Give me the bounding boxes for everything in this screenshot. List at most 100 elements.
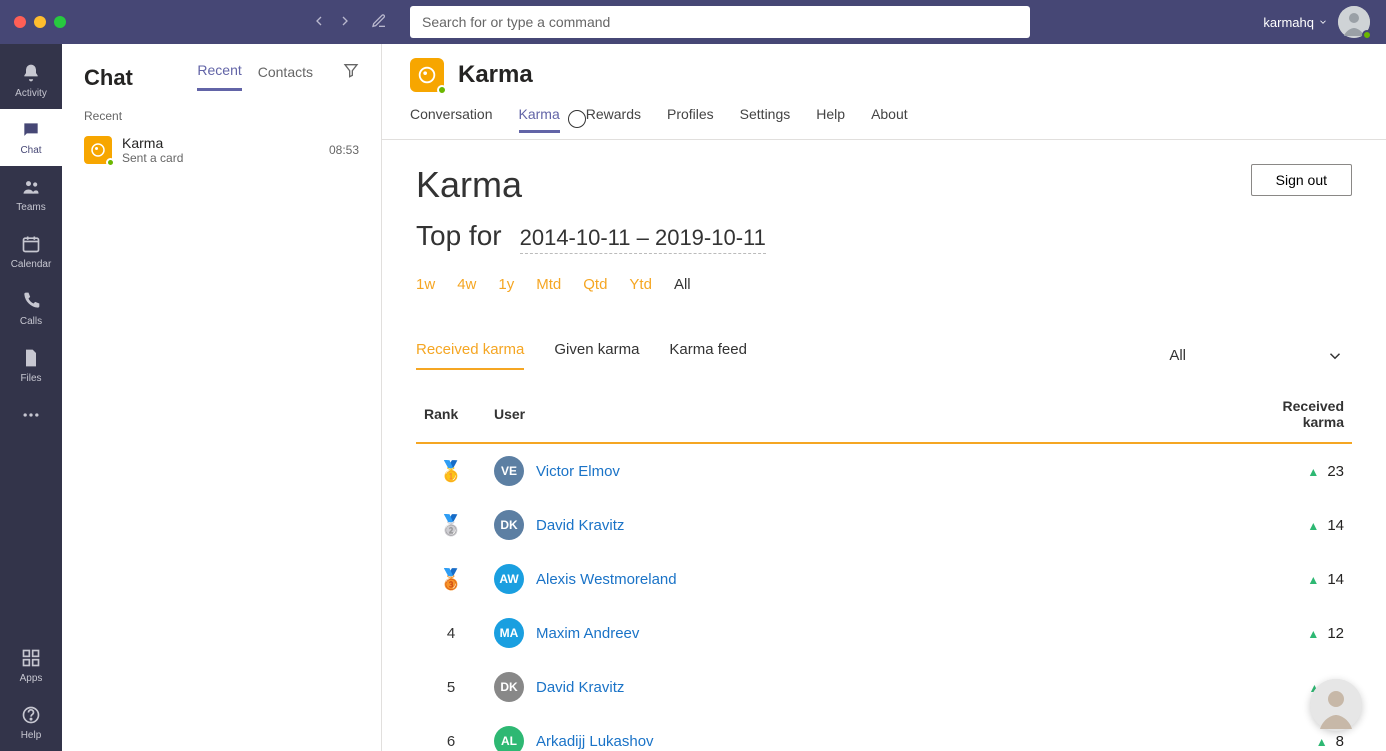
trend-up-icon: ▲: [1307, 627, 1319, 641]
leaderboard-table: Rank User Received karma 🥇VEVictor Elmov…: [416, 380, 1352, 751]
chat-list-pane: Chat Recent Contacts Recent Karma Sent a…: [62, 44, 382, 751]
content-area: Karma Conversation Karma Rewards Profiles Se…: [382, 44, 1386, 751]
app-rail: Activity Chat Teams Calendar Calls: [0, 44, 62, 751]
content-tab-conversation[interactable]: Conversation: [410, 106, 493, 132]
karma-body: Karma Sign out Top for 2014-10-11 – 2019…: [382, 140, 1386, 751]
user-cell: MA Maxim Andreev: [486, 606, 1232, 660]
chat-item-karma[interactable]: Karma Sent a card 08:53: [62, 129, 381, 171]
content-tab-help[interactable]: Help: [816, 106, 845, 132]
sub-tab-given-karma[interactable]: Given karma: [554, 341, 639, 370]
col-user: User: [486, 380, 1232, 443]
sub-tab-received-karma[interactable]: Received karma: [416, 341, 524, 370]
col-rank: Rank: [416, 380, 486, 443]
user-avatar: MA: [494, 618, 524, 648]
window-zoom-dot[interactable]: [54, 16, 66, 28]
rail-item-chat[interactable]: Chat: [0, 109, 62, 166]
user-cell: VE Victor Elmov: [486, 443, 1232, 498]
content-tab-rewards[interactable]: Rewards: [586, 106, 641, 132]
more-icon: [20, 404, 42, 426]
table-row: 🥈DKDavid Kravitz▲14: [416, 498, 1352, 552]
table-row: 6ALArkadijj Lukashov▲8: [416, 714, 1352, 751]
apps-icon: [20, 647, 42, 669]
page-title: Karma: [416, 164, 522, 206]
chat-assistant-fab[interactable]: [1310, 679, 1362, 731]
received-cell: ▲12: [1232, 606, 1352, 660]
user-cell: AW Alexis Westmoreland: [486, 552, 1232, 606]
search-input[interactable]: Search for or type a command: [410, 6, 1030, 38]
chat-icon: [20, 119, 42, 141]
rank-cell: 5: [416, 660, 486, 714]
chat-header-title: Karma: [458, 61, 533, 89]
range-chip-ytd[interactable]: Ytd: [629, 276, 652, 293]
content-tab-profiles[interactable]: Profiles: [667, 106, 714, 132]
user-name-link[interactable]: David Kravitz: [536, 679, 624, 696]
range-chip-qtd[interactable]: Qtd: [583, 276, 607, 293]
search-placeholder: Search for or type a command: [422, 14, 610, 30]
range-chip-all[interactable]: All: [674, 276, 691, 293]
filter-icon[interactable]: [343, 62, 359, 91]
received-value: 14: [1327, 571, 1344, 588]
range-chip-4w[interactable]: 4w: [457, 276, 476, 293]
chat-tab-recent[interactable]: Recent: [197, 62, 241, 91]
medal-icon: 🥉: [439, 569, 464, 591]
scope-selector[interactable]: All: [1169, 347, 1352, 365]
window-minimize-dot[interactable]: [34, 16, 46, 28]
calendar-icon: [20, 233, 42, 255]
user-name-link[interactable]: David Kravitz: [536, 517, 624, 534]
rail-item-calls[interactable]: Calls: [0, 280, 62, 337]
rank-cell: 6: [416, 714, 486, 751]
user-name-link[interactable]: Alexis Westmoreland: [536, 571, 677, 588]
rank-cell: 🥇: [416, 443, 486, 498]
rail-item-files[interactable]: Files: [0, 337, 62, 394]
table-row: 🥇VEVictor Elmov▲23: [416, 443, 1352, 498]
window-close-dot[interactable]: [14, 16, 26, 28]
window-controls: [14, 16, 66, 28]
chat-item-subtitle: Sent a card: [122, 151, 329, 165]
tenant-switcher[interactable]: karmahq: [1263, 15, 1328, 30]
user-name-link[interactable]: Arkadijj Lukashov: [536, 733, 654, 750]
chat-tab-contacts[interactable]: Contacts: [258, 64, 313, 90]
received-value: 8: [1336, 733, 1344, 750]
nav-forward-button[interactable]: [332, 13, 358, 32]
user-avatar: VE: [494, 456, 524, 486]
date-range-selector[interactable]: 2014-10-11 – 2019-10-11: [520, 225, 766, 254]
signout-button[interactable]: Sign out: [1251, 164, 1352, 196]
user-avatar: AW: [494, 564, 524, 594]
range-chip-mtd[interactable]: Mtd: [536, 276, 561, 293]
received-cell: ▲14: [1232, 498, 1352, 552]
user-avatar: AL: [494, 726, 524, 751]
table-row: 🥉 AW Alexis Westmoreland ▲ 14: [416, 552, 1352, 606]
rail-item-calendar[interactable]: Calendar: [0, 223, 62, 280]
title-bar: Search for or type a command karmahq: [0, 0, 1386, 44]
trend-up-icon: ▲: [1307, 519, 1319, 533]
nav-back-button[interactable]: [306, 13, 332, 32]
rail-item-more[interactable]: [0, 394, 62, 440]
trend-up-icon: ▲: [1307, 573, 1319, 587]
rail-label: Apps: [20, 673, 43, 684]
rail-item-teams[interactable]: Teams: [0, 166, 62, 223]
rail-label: Calls: [20, 316, 42, 327]
content-tab-karma[interactable]: Karma: [519, 106, 560, 132]
rail-label: Calendar: [11, 259, 52, 270]
content-tab-settings[interactable]: Settings: [740, 106, 791, 132]
range-chip-1y[interactable]: 1y: [498, 276, 514, 293]
trend-up-icon: ▲: [1307, 465, 1319, 479]
profile-avatar[interactable]: [1338, 6, 1370, 38]
range-chips: 1w 4w 1y Mtd Qtd Ytd All: [416, 276, 1352, 293]
user-name-link[interactable]: Maxim Andreev: [536, 625, 639, 642]
user-name-link[interactable]: Victor Elmov: [536, 463, 620, 480]
rail-item-activity[interactable]: Activity: [0, 52, 62, 109]
sub-tab-karma-feed[interactable]: Karma feed: [669, 341, 747, 370]
table-row: 4MAMaxim Andreev▲12: [416, 606, 1352, 660]
karma-app-icon: [410, 58, 444, 92]
rank-cell: 🥉: [416, 552, 486, 606]
range-chip-1w[interactable]: 1w: [416, 276, 435, 293]
compose-button[interactable]: [366, 13, 392, 32]
rail-item-help[interactable]: Help: [0, 694, 62, 751]
rail-item-apps[interactable]: Apps: [0, 637, 62, 694]
scope-value: All: [1169, 347, 1186, 364]
bell-icon: [20, 62, 42, 84]
user-cell: AL Arkadijj Lukashov: [486, 714, 1232, 751]
content-tab-about[interactable]: About: [871, 106, 908, 132]
teams-icon: [20, 176, 42, 198]
